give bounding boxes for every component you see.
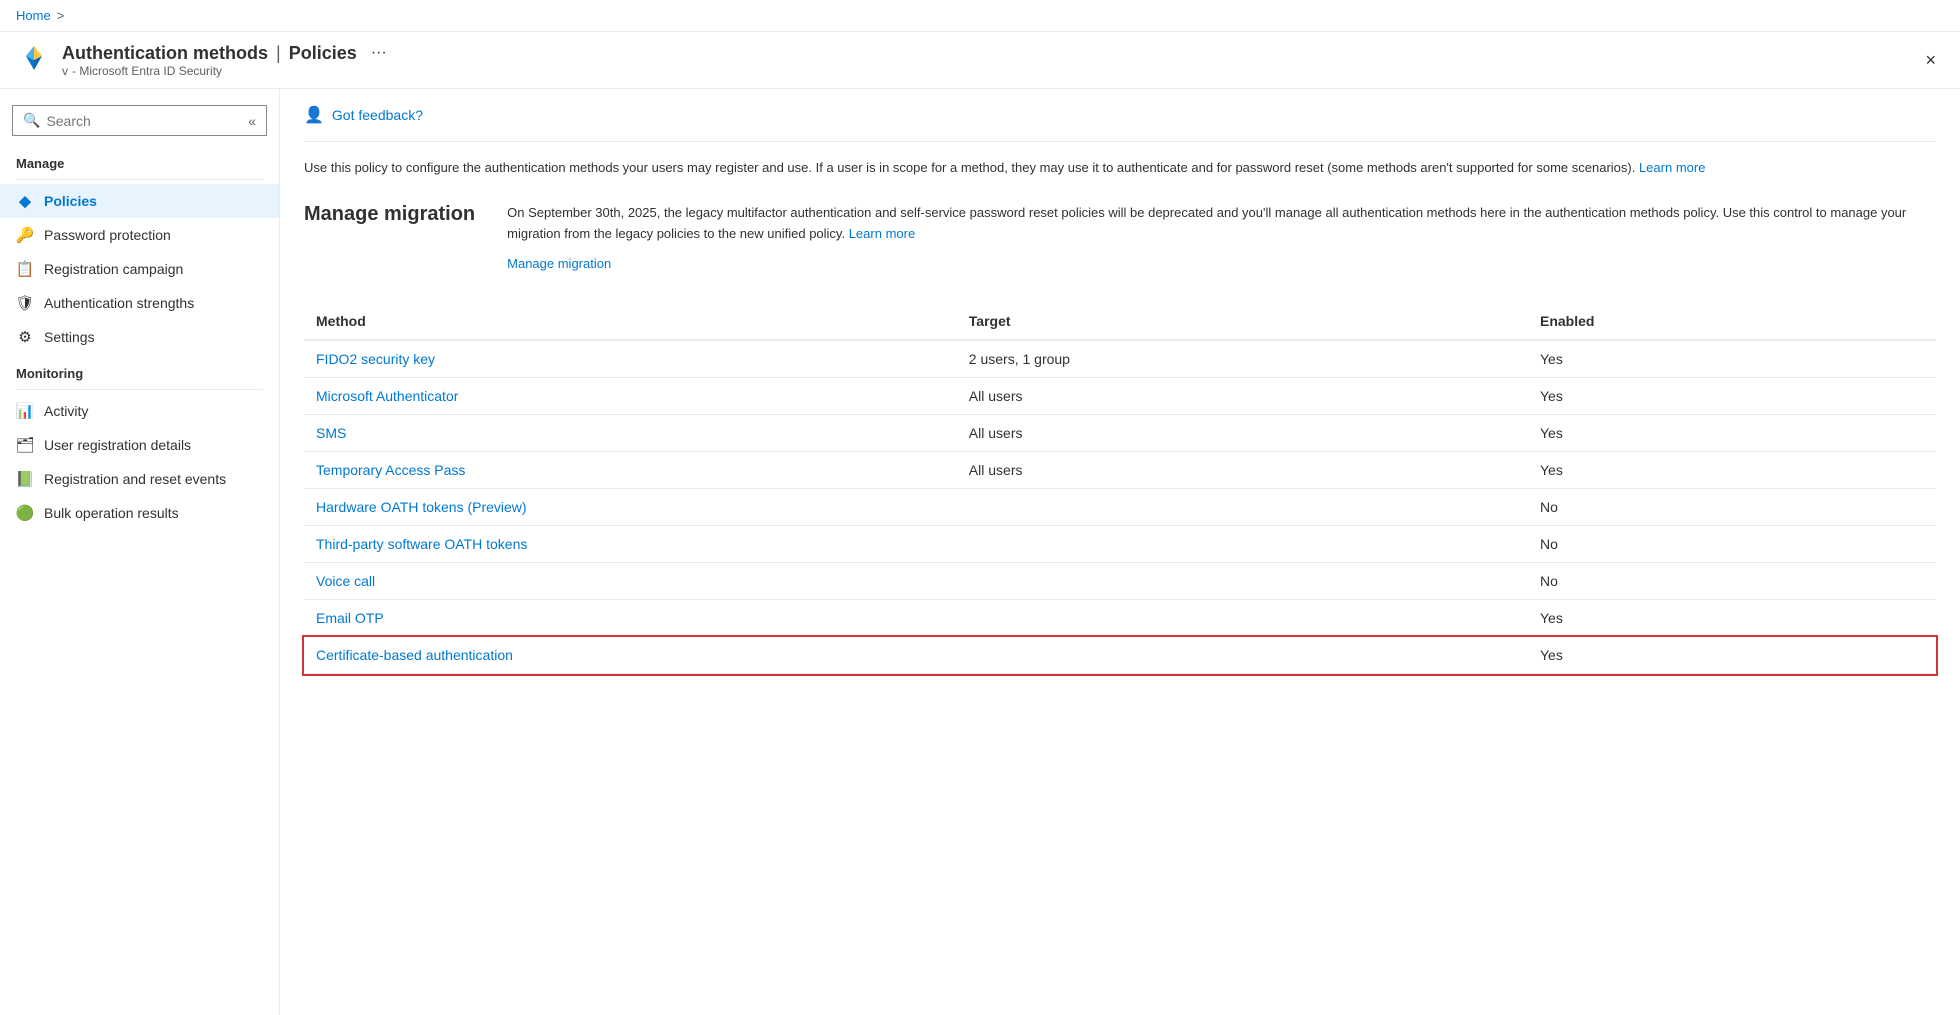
sidebar-item-label-password-protection: Password protection <box>44 227 171 243</box>
table-row: SMS All usersYes <box>304 415 1936 452</box>
bulk-operation-results-icon: 🟢 <box>16 504 34 522</box>
sidebar-item-label-policies: Policies <box>44 193 97 209</box>
app-version: v <box>62 64 68 78</box>
sidebar-item-label-registration-campaign: Registration campaign <box>44 261 183 277</box>
app-subtitle: - Microsoft Entra ID Security <box>72 64 222 78</box>
sidebar-item-user-registration-details[interactable]: 🗂 User registration details <box>0 428 279 462</box>
description-learn-more[interactable]: Learn more <box>1639 160 1705 175</box>
method-link[interactable]: Temporary Access Pass <box>316 462 465 478</box>
method-target: 2 users, 1 group <box>957 340 1528 378</box>
sidebar-item-registration-reset-events[interactable]: 📗 Registration and reset events <box>0 462 279 496</box>
method-enabled: Yes <box>1528 415 1936 452</box>
policies-icon: ◆ <box>16 192 34 210</box>
sidebar-item-registration-campaign[interactable]: 📋 Registration campaign <box>0 252 279 286</box>
table-row: FIDO2 security key 2 users, 1 groupYes <box>304 340 1936 378</box>
close-button[interactable]: × <box>1917 46 1944 75</box>
table-row: Microsoft Authenticator All usersYes <box>304 378 1936 415</box>
method-target <box>957 489 1528 526</box>
method-enabled: Yes <box>1528 378 1936 415</box>
sidebar-item-label-activity: Activity <box>44 403 88 419</box>
method-link[interactable]: Third-party software OATH tokens <box>316 536 527 552</box>
table-row: Temporary Access Pass All usersYes <box>304 452 1936 489</box>
feedback-icon: 👤 <box>304 105 324 125</box>
col-header-target: Target <box>957 303 1528 340</box>
method-link[interactable]: SMS <box>316 425 346 441</box>
sidebar-item-label-authentication-strengths: Authentication strengths <box>44 295 194 311</box>
migration-description: On September 30th, 2025, the legacy mult… <box>507 203 1936 245</box>
method-link[interactable]: Email OTP <box>316 610 384 626</box>
method-enabled: Yes <box>1528 452 1936 489</box>
sidebar-item-password-protection[interactable]: 🔑 Password protection <box>0 218 279 252</box>
policy-description: Use this policy to configure the authent… <box>304 158 1936 179</box>
table-row: Voice call No <box>304 563 1936 600</box>
app-icon <box>16 42 52 78</box>
title-separator: | <box>276 43 281 64</box>
search-icon: 🔍 <box>23 112 40 129</box>
page-title: Policies <box>289 43 357 64</box>
manage-migration-link[interactable]: Manage migration <box>507 256 1936 271</box>
search-input[interactable] <box>46 113 242 129</box>
sidebar-item-policies[interactable]: ◆ Policies <box>0 184 279 218</box>
sidebar-item-activity[interactable]: 📊 Activity <box>0 394 279 428</box>
method-enabled: Yes <box>1528 340 1936 378</box>
sidebar-item-bulk-operation-results[interactable]: 🟢 Bulk operation results <box>0 496 279 530</box>
method-link[interactable]: Certificate-based authentication <box>316 647 513 663</box>
col-header-enabled: Enabled <box>1528 303 1936 340</box>
collapse-sidebar-button[interactable]: « <box>248 113 256 129</box>
method-target: All users <box>957 378 1528 415</box>
method-enabled: No <box>1528 526 1936 563</box>
manage-section-label: Manage <box>0 152 279 175</box>
method-link[interactable]: Voice call <box>316 573 375 589</box>
method-target: All users <box>957 415 1528 452</box>
method-link[interactable]: Microsoft Authenticator <box>316 388 458 404</box>
sidebar-item-label-bulk-operation-results: Bulk operation results <box>44 505 179 521</box>
app-title: Authentication methods <box>62 43 268 64</box>
sidebar-item-label-registration-reset-events: Registration and reset events <box>44 471 226 487</box>
settings-icon: ⚙ <box>16 328 34 346</box>
feedback-link[interactable]: Got feedback? <box>332 107 423 123</box>
registration-campaign-icon: 📋 <box>16 260 34 278</box>
monitoring-section-label: Monitoring <box>0 354 279 385</box>
table-row: Certificate-based authentication Yes <box>304 637 1936 674</box>
table-row: Third-party software OATH tokens No <box>304 526 1936 563</box>
authentication-strengths-icon: 🛡 <box>16 294 34 312</box>
col-header-method: Method <box>304 303 957 340</box>
method-target <box>957 637 1528 674</box>
method-enabled: Yes <box>1528 600 1936 637</box>
method-link[interactable]: FIDO2 security key <box>316 351 435 367</box>
method-target <box>957 600 1528 637</box>
breadcrumb-separator: > <box>57 8 65 23</box>
activity-icon: 📊 <box>16 402 34 420</box>
method-enabled: No <box>1528 489 1936 526</box>
breadcrumb-home[interactable]: Home <box>16 8 51 23</box>
more-options-button[interactable]: ··· <box>365 42 393 64</box>
sidebar-item-label-settings: Settings <box>44 329 95 345</box>
migration-learn-more[interactable]: Learn more <box>849 226 915 241</box>
table-row: Email OTP Yes <box>304 600 1936 637</box>
sidebar-item-label-user-registration-details: User registration details <box>44 437 191 453</box>
registration-reset-events-icon: 📗 <box>16 470 34 488</box>
method-enabled: No <box>1528 563 1936 600</box>
table-row: Hardware OATH tokens (Preview) No <box>304 489 1936 526</box>
method-enabled: Yes <box>1528 637 1936 674</box>
sidebar-item-authentication-strengths[interactable]: 🛡 Authentication strengths <box>0 286 279 320</box>
method-target <box>957 563 1528 600</box>
method-target <box>957 526 1528 563</box>
password-protection-icon: 🔑 <box>16 226 34 244</box>
method-link[interactable]: Hardware OATH tokens (Preview) <box>316 499 527 515</box>
migration-title: Manage migration <box>304 203 475 226</box>
method-target: All users <box>957 452 1528 489</box>
sidebar-item-settings[interactable]: ⚙ Settings <box>0 320 279 354</box>
user-registration-details-icon: 🗂 <box>16 436 34 454</box>
methods-table: Method Target Enabled FIDO2 security key… <box>304 303 1936 674</box>
